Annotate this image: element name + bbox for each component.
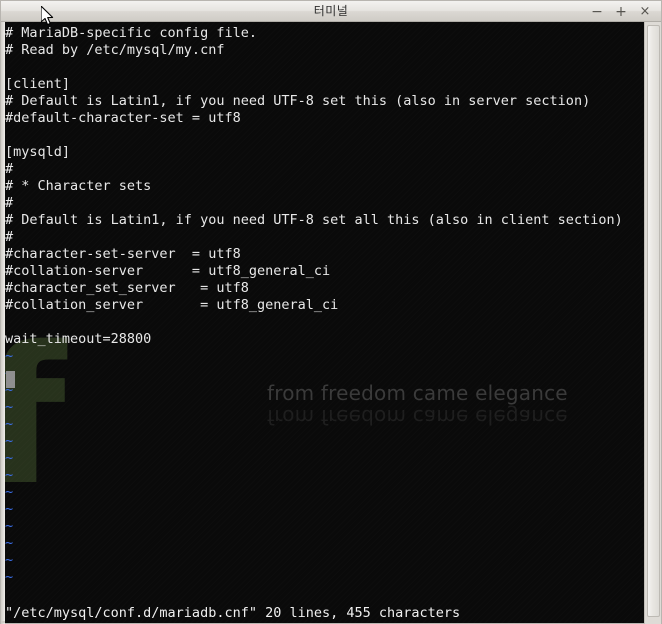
editor-line: # xyxy=(5,161,14,177)
editor-empty-line-marker: ~ xyxy=(5,552,14,568)
editor-line: [client] xyxy=(5,76,71,92)
minimize-button[interactable]: − xyxy=(585,2,609,22)
editor-empty-line-marker: ~ xyxy=(5,501,14,517)
window-titlebar[interactable]: 터미널 − + × xyxy=(1,1,661,22)
text-cursor xyxy=(6,371,15,388)
editor-line: # * Character sets xyxy=(5,178,152,194)
editor-empty-line-marker: ~ xyxy=(5,535,14,551)
editor-empty-line-marker: ~ xyxy=(5,416,14,432)
editor-line: wait_timeout=28800 xyxy=(5,331,152,347)
editor-empty-line-marker: ~ xyxy=(5,569,14,585)
window-controls: − + × xyxy=(585,1,657,22)
editor-empty-line-marker: ~ xyxy=(5,484,14,500)
editor-line: # Default is Latin1, if you need UTF-8 s… xyxy=(5,212,623,228)
editor-line: #default-character-set = utf8 xyxy=(5,110,241,126)
editor-text-buffer[interactable]: # MariaDB-specific config file. # Read by… xyxy=(5,25,644,586)
close-button[interactable]: × xyxy=(633,2,657,22)
editor-line: # MariaDB-specific config file. xyxy=(5,25,257,41)
editor-line: #collation-server = utf8_general_ci xyxy=(5,263,331,279)
terminal-screen[interactable]: f from freedom came elegance from freedo… xyxy=(5,22,644,623)
maximize-button[interactable]: + xyxy=(609,2,633,22)
window-title: 터미널 xyxy=(313,4,349,18)
scrollbar-thumb[interactable] xyxy=(647,25,660,617)
editor-empty-line-marker: ~ xyxy=(5,433,14,449)
editor-line: # Read by /etc/mysql/my.cnf xyxy=(5,42,225,58)
editor-empty-line-marker: ~ xyxy=(5,365,644,382)
editor-empty-line-marker: ~ xyxy=(5,382,14,398)
editor-empty-line-marker: ~ xyxy=(5,467,14,483)
editor-empty-line-marker: ~ xyxy=(5,450,14,466)
editor-line: # xyxy=(5,195,14,211)
vertical-scrollbar[interactable] xyxy=(644,22,661,624)
editor-line: #collation_server = utf8_general_ci xyxy=(5,297,339,313)
editor-empty-line-marker: ~ xyxy=(5,348,14,364)
terminal-window: 터미널 − + × f from freedom came elegance f… xyxy=(0,0,662,624)
editor-empty-line-marker: ~ xyxy=(5,399,14,415)
editor-line: [mysqld] xyxy=(5,144,71,160)
editor-empty-line-marker: ~ xyxy=(5,518,14,534)
editor-line: #character-set-server = utf8 xyxy=(5,246,241,262)
editor-status-line: "/etc/mysql/conf.d/mariadb.cnf" 20 lines… xyxy=(5,605,461,621)
editor-line: # Default is Latin1, if you need UTF-8 s… xyxy=(5,93,591,109)
editor-line: #character_set_server = utf8 xyxy=(5,280,249,296)
editor-line: # xyxy=(5,229,14,245)
